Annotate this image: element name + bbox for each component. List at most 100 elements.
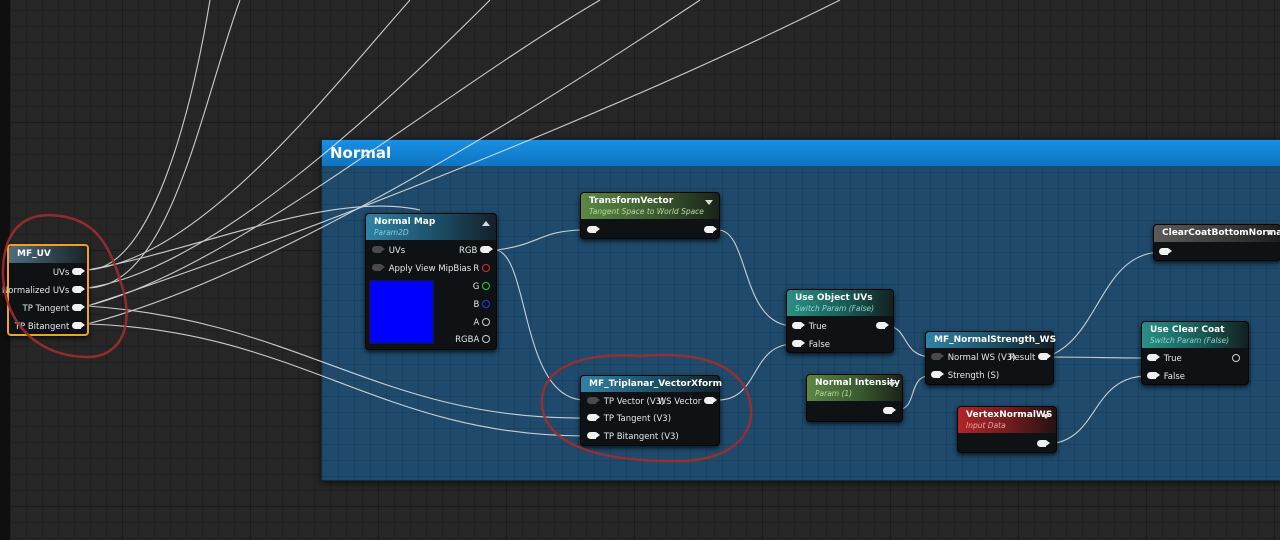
pin-row-false-in[interactable]: False <box>792 339 830 351</box>
pin-row-ws-vector-out[interactable]: WS Vector <box>658 396 717 408</box>
output-pin-icon[interactable] <box>1038 353 1051 360</box>
pin-row-cc-false-in[interactable]: False <box>1147 371 1185 383</box>
node-normal-map-header[interactable]: Normal Map Param2D <box>366 214 496 240</box>
output-pin-icon[interactable] <box>704 226 717 233</box>
pin-row-transform-in[interactable] <box>587 225 600 237</box>
collapse-arrow-icon[interactable] <box>1266 230 1274 235</box>
pin-row-tp-tangent-in[interactable]: TP Tangent (V3) <box>587 413 671 425</box>
node-clear-coat-bottom-normal-header[interactable]: ClearCoatBottomNormal <box>1154 225 1280 242</box>
input-pin-icon[interactable] <box>792 322 805 329</box>
node-title: TransformVector <box>589 196 674 206</box>
pin-row-true-in[interactable]: True <box>792 321 827 333</box>
pin-row-normal-ws-in[interactable]: Normal WS (V3) <box>931 352 1016 364</box>
node-subtitle: Input Data <box>966 421 1006 430</box>
input-pin-icon[interactable] <box>372 264 385 271</box>
node-mf-uv-header[interactable]: MF_UV <box>9 246 87 263</box>
node-mf-triplanar-header[interactable]: MF_Triplanar_VectorXform <box>581 376 722 392</box>
wire-tangent <box>86 305 586 419</box>
pin-row-objuv-out[interactable] <box>876 321 889 333</box>
pin-row-vertex-out[interactable] <box>1037 439 1050 451</box>
pin-row-intensity-out[interactable] <box>883 406 896 418</box>
node-use-clear-coat[interactable]: Use Clear Coat Switch Param (False) True… <box>1141 321 1249 385</box>
output-pin-icon[interactable] <box>72 286 85 293</box>
wire-uv-offscreen-2 <box>86 0 241 289</box>
input-pin-icon[interactable] <box>931 371 944 378</box>
pin-row-transform-out[interactable] <box>704 225 717 237</box>
input-pin-icon[interactable] <box>931 353 944 360</box>
pin-label: Strength (S) <box>947 371 1000 381</box>
texture-preview-swatch[interactable] <box>369 280 434 344</box>
pin-row-r-out[interactable]: R <box>473 263 490 275</box>
node-use-clear-coat-header[interactable]: Use Clear Coat Switch Param (False) <box>1142 322 1248 348</box>
output-pin-icon[interactable] <box>72 322 85 329</box>
pin-label: Normalized UVs <box>1 286 70 296</box>
pin-row-tp-tangent[interactable]: TP Tangent <box>23 303 85 315</box>
node-use-object-uvs-header[interactable]: Use Object UVs Switch Param (False) <box>787 290 893 316</box>
pin-row-result-out[interactable]: Result <box>1009 352 1051 364</box>
output-pin-icon[interactable] <box>482 317 490 326</box>
node-mf-triplanar[interactable]: MF_Triplanar_VectorXform TP Vector (V3) … <box>580 375 722 446</box>
node-normal-intensity[interactable]: Normal Intensity Param (1) <box>806 374 903 422</box>
node-subtitle: Param (1) <box>815 389 853 398</box>
output-pin-icon[interactable] <box>72 304 85 311</box>
pin-row-g-out[interactable]: G <box>473 281 490 293</box>
pin-label: RGB <box>458 246 478 256</box>
pin-row-tp-bitangent-in[interactable]: TP Bitangent (V3) <box>587 431 679 443</box>
pin-row-uvs[interactable]: UVs <box>53 267 85 279</box>
output-pin-icon[interactable] <box>482 334 490 343</box>
input-pin-icon[interactable] <box>1147 354 1160 361</box>
input-pin-icon[interactable] <box>587 414 600 421</box>
pin-label: TP Bitangent (V3) <box>603 432 679 442</box>
pin-row-cc-out[interactable] <box>1232 353 1240 365</box>
input-pin-icon[interactable] <box>1147 372 1160 379</box>
collapse-arrow-icon[interactable] <box>482 221 490 226</box>
node-transform-vector-header[interactable]: TransformVector Tangent Space to World S… <box>581 193 719 219</box>
node-title: ClearCoatBottomNormal <box>1162 228 1280 238</box>
node-title: MF_UV <box>17 249 51 259</box>
node-use-object-uvs[interactable]: Use Object UVs Switch Param (False) True… <box>786 289 894 353</box>
node-mf-normal-strength-header[interactable]: MF_NormalStrength_WS <box>926 332 1056 348</box>
pin-row-cc-true-in[interactable]: True <box>1147 353 1182 365</box>
input-pin-icon[interactable] <box>1159 248 1172 255</box>
node-normal-map[interactable]: Normal Map Param2D UVs Apply View MipBia… <box>365 213 497 350</box>
output-pin-icon[interactable] <box>704 397 717 404</box>
pin-row-rgba-out[interactable]: RGBA <box>455 334 490 346</box>
input-pin-icon[interactable] <box>372 246 385 253</box>
output-pin-icon[interactable] <box>482 263 490 272</box>
pin-row-uvs-in[interactable]: UVs <box>372 245 405 257</box>
output-pin-icon[interactable] <box>883 407 896 414</box>
collapse-arrow-icon[interactable] <box>1042 414 1050 419</box>
output-pin-icon[interactable] <box>876 322 889 329</box>
node-transform-vector[interactable]: TransformVector Tangent Space to World S… <box>580 192 720 239</box>
collapse-arrow-icon[interactable] <box>705 200 713 205</box>
pin-label: True <box>808 322 827 332</box>
node-normal-intensity-header[interactable]: Normal Intensity Param (1) <box>807 375 902 401</box>
pin-row-strength-in[interactable]: Strength (S) <box>931 370 999 382</box>
output-pin-icon[interactable] <box>480 246 493 253</box>
pin-row-mipbias-in[interactable]: Apply View MipBias <box>372 263 471 275</box>
output-pin-icon[interactable] <box>72 268 85 275</box>
node-vertex-normal-ws[interactable]: VertexNormalWS Input Data <box>957 406 1057 453</box>
input-pin-icon[interactable] <box>587 432 600 439</box>
pin-label: Apply View MipBias <box>388 264 472 274</box>
node-mf-normal-strength[interactable]: MF_NormalStrength_WS Normal WS (V3) Stre… <box>925 331 1056 385</box>
pin-row-bottom-normal-in[interactable] <box>1159 247 1172 259</box>
node-clear-coat-bottom-normal[interactable]: ClearCoatBottomNormal <box>1153 224 1280 261</box>
wire-rgb-transform <box>495 229 586 251</box>
input-pin-icon[interactable] <box>587 397 600 404</box>
output-pin-icon[interactable] <box>482 281 490 290</box>
node-vertex-normal-ws-header[interactable]: VertexNormalWS Input Data <box>958 407 1056 433</box>
input-pin-icon[interactable] <box>792 340 805 347</box>
input-pin-icon[interactable] <box>587 226 600 233</box>
pin-row-rgb-out[interactable]: RGB <box>458 245 493 257</box>
pin-row-normalized-uvs[interactable]: Normalized UVs <box>1 285 85 297</box>
pin-row-tp-vector-in[interactable]: TP Vector (V3) <box>587 396 664 408</box>
pin-row-b-out[interactable]: B <box>473 299 490 311</box>
pin-row-a-out[interactable]: A <box>473 317 490 329</box>
output-pin-icon[interactable] <box>482 299 490 308</box>
output-pin-icon[interactable] <box>1037 440 1050 447</box>
collapse-arrow-icon[interactable] <box>888 382 896 387</box>
output-pin-icon[interactable] <box>1232 353 1240 362</box>
node-mf-uv[interactable]: MF_UV UVs Normalized UVs TP Tangent TP B… <box>2 244 89 336</box>
pin-row-tp-bitangent[interactable]: TP Bitangent <box>15 321 85 333</box>
